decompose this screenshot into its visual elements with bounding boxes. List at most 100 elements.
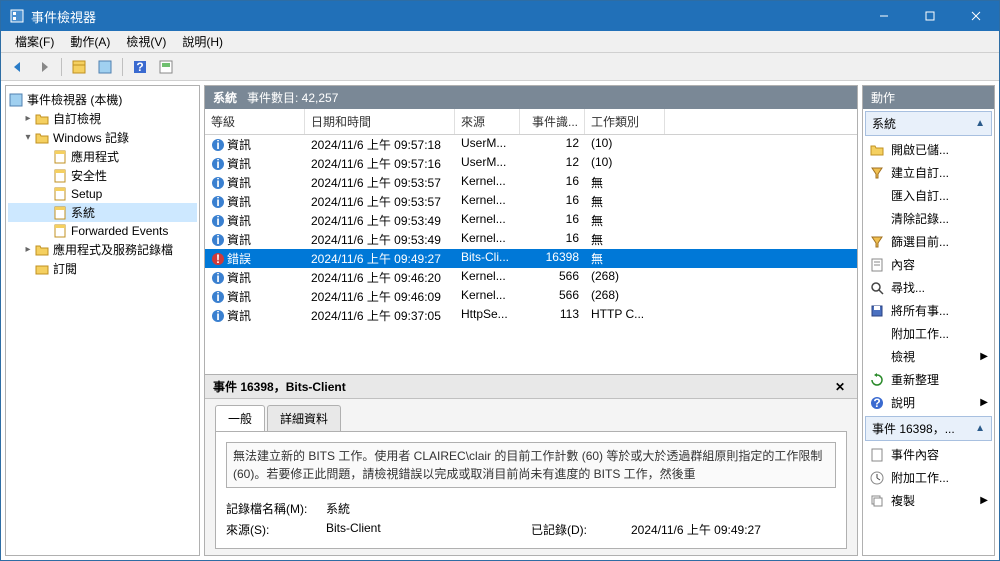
maximize-button[interactable] (907, 1, 953, 31)
event-row[interactable]: i資訊2024/11/6 上午 09:57:18UserM...12(10) (205, 135, 857, 154)
action-clear-log[interactable]: 清除記錄... (863, 207, 994, 230)
copy-icon (869, 493, 885, 509)
blank-icon (869, 349, 885, 365)
tree-root[interactable]: 事件檢視器 (本機) (8, 90, 197, 109)
level-text: 資訊 (227, 212, 251, 229)
detail-close-button[interactable]: ✕ (831, 380, 849, 394)
collapse-icon[interactable]: ▲ (975, 118, 985, 129)
expander-icon[interactable]: ▸ (22, 113, 34, 124)
grid-header[interactable]: 等級 日期和時間 來源 事件識... 工作類別 (205, 109, 857, 135)
show-tree-button[interactable] (68, 56, 90, 78)
log-icon (52, 168, 68, 184)
id-cell: 566 (520, 269, 585, 286)
event-row[interactable]: i資訊2024/11/6 上午 09:53:49Kernel...16無 (205, 230, 857, 249)
expander-icon[interactable]: ▸ (22, 244, 34, 255)
open-icon (869, 142, 885, 158)
tree-forwarded[interactable]: Forwarded Events (8, 222, 197, 240)
action-group-event[interactable]: 事件 16398，... ▲ (865, 416, 992, 441)
tree-label: 系統 (71, 204, 95, 221)
source-cell: Bits-Cli... (455, 250, 520, 267)
detail-panel: 事件 16398，Bits-Client ✕ 一般 詳細資料 無法建立新的 BI… (205, 375, 857, 555)
tree-application[interactable]: 應用程式 (8, 147, 197, 166)
actions-panel: 動作 系統 ▲ 開啟已儲... 建立自訂... 匯入自訂... 清除記錄... … (862, 85, 995, 556)
help-button[interactable]: ? (129, 56, 151, 78)
event-row[interactable]: i資訊2024/11/6 上午 09:46:20Kernel...566(268… (205, 268, 857, 287)
svg-text:i: i (216, 157, 219, 171)
tree-label: 應用程式及服務記錄檔 (53, 241, 173, 258)
col-date[interactable]: 日期和時間 (305, 109, 455, 134)
event-row[interactable]: i資訊2024/11/6 上午 09:53:57Kernel...16無 (205, 192, 857, 211)
source-cell: Kernel... (455, 193, 520, 210)
tree-label: 安全性 (71, 167, 107, 184)
tree-subscriptions[interactable]: 訂閱 (8, 259, 197, 278)
col-level[interactable]: 等級 (205, 109, 305, 134)
tree-setup[interactable]: Setup (8, 185, 197, 203)
toolbar-separator (61, 58, 62, 76)
action-filter[interactable]: 篩選目前... (863, 230, 994, 253)
source-cell: Kernel... (455, 269, 520, 286)
col-category[interactable]: 工作類別 (585, 109, 665, 134)
event-row[interactable]: !錯誤2024/11/6 上午 09:49:27Bits-Cli...16398… (205, 249, 857, 268)
close-button[interactable] (953, 1, 999, 31)
svg-text:i: i (216, 271, 219, 285)
menu-file[interactable]: 檔案(F) (7, 30, 62, 53)
forward-button[interactable] (33, 56, 55, 78)
minimize-button[interactable] (861, 1, 907, 31)
tree-panel[interactable]: 事件檢視器 (本機) ▸ 自訂檢視 ▾ Windows 記錄 應用程式 安全性 … (5, 85, 200, 556)
event-row[interactable]: i資訊2024/11/6 上午 09:46:09Kernel...566(268… (205, 287, 857, 306)
col-source[interactable]: 來源 (455, 109, 520, 134)
action-save-all[interactable]: 將所有事... (863, 299, 994, 322)
menu-help[interactable]: 說明(H) (174, 30, 231, 53)
action-group-system[interactable]: 系統 ▲ (865, 111, 992, 136)
task-icon (869, 470, 885, 486)
col-id[interactable]: 事件識... (520, 109, 585, 134)
source-value: Bits-Client (326, 521, 381, 538)
source-label: 來源(S): (226, 521, 326, 538)
preview-button[interactable] (155, 56, 177, 78)
blank-icon (869, 326, 885, 342)
event-row[interactable]: i資訊2024/11/6 上午 09:37:05HttpSe...113HTTP… (205, 306, 857, 325)
svg-text:!: ! (216, 252, 220, 266)
expander-icon[interactable]: ▾ (22, 132, 34, 143)
action-help[interactable]: ?說明▶ (863, 391, 994, 414)
center-panel: 系統 事件數目: 42,257 等級 日期和時間 來源 事件識... 工作類別 … (204, 85, 858, 556)
action-view[interactable]: 檢視▶ (863, 345, 994, 368)
event-row[interactable]: i資訊2024/11/6 上午 09:53:49Kernel...16無 (205, 211, 857, 230)
action-event-properties[interactable]: 事件內容 (863, 443, 994, 466)
menu-view[interactable]: 檢視(V) (118, 30, 174, 53)
log-icon (52, 223, 68, 239)
svg-text:i: i (216, 290, 219, 304)
action-import-custom[interactable]: 匯入自訂... (863, 184, 994, 207)
action-attach-task-event[interactable]: 附加工作... (863, 466, 994, 489)
date-cell: 2024/11/6 上午 09:53:57 (305, 193, 455, 210)
action-properties[interactable]: 內容 (863, 253, 994, 276)
error-icon: ! (211, 252, 225, 266)
action-open-saved[interactable]: 開啟已儲... (863, 138, 994, 161)
properties-button[interactable] (94, 56, 116, 78)
tab-general[interactable]: 一般 (215, 405, 265, 431)
event-row[interactable]: i資訊2024/11/6 上午 09:53:57Kernel...16無 (205, 173, 857, 192)
action-copy[interactable]: 複製▶ (863, 489, 994, 512)
back-button[interactable] (7, 56, 29, 78)
action-find[interactable]: 尋找... (863, 276, 994, 299)
category-cell: (268) (585, 269, 665, 286)
action-attach-task[interactable]: 附加工作... (863, 322, 994, 345)
tree-custom-views[interactable]: ▸ 自訂檢視 (8, 109, 197, 128)
tab-details[interactable]: 詳細資料 (267, 405, 341, 431)
collapse-icon[interactable]: ▲ (975, 423, 985, 434)
tree-app-services[interactable]: ▸ 應用程式及服務記錄檔 (8, 240, 197, 259)
info-icon: i (211, 290, 225, 304)
action-refresh[interactable]: 重新整理 (863, 368, 994, 391)
tree-security[interactable]: 安全性 (8, 166, 197, 185)
info-icon: i (211, 138, 225, 152)
id-cell: 16 (520, 231, 585, 248)
level-text: 資訊 (227, 155, 251, 172)
action-create-custom[interactable]: 建立自訂... (863, 161, 994, 184)
event-row[interactable]: i資訊2024/11/6 上午 09:57:16UserM...12(10) (205, 154, 857, 173)
refresh-icon (869, 372, 885, 388)
info-icon: i (211, 157, 225, 171)
tree-system[interactable]: 系統 (8, 203, 197, 222)
event-grid[interactable]: 等級 日期和時間 來源 事件識... 工作類別 i資訊2024/11/6 上午 … (205, 109, 857, 374)
tree-windows-logs[interactable]: ▾ Windows 記錄 (8, 128, 197, 147)
menu-action[interactable]: 動作(A) (62, 30, 118, 53)
